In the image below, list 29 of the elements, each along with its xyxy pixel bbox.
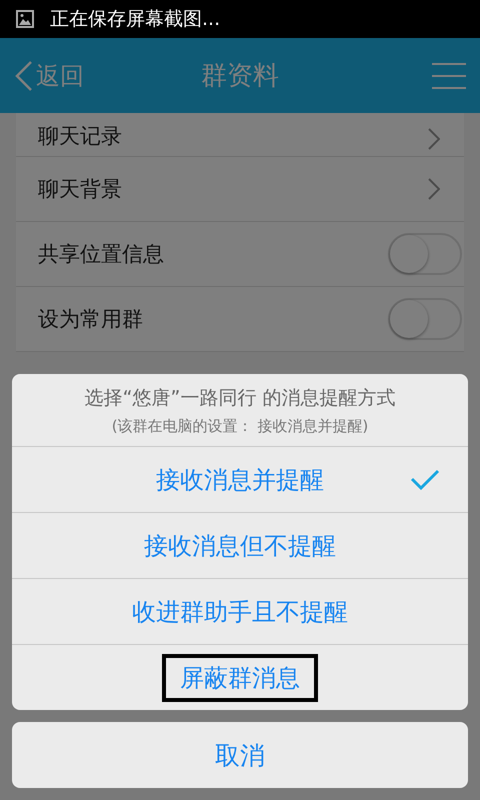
row-label: 共享位置信息 — [38, 241, 164, 268]
image-icon — [16, 10, 34, 28]
option-label: 屏蔽群消息 — [162, 654, 318, 702]
option-item[interactable]: 接收消息并提醒 — [12, 447, 468, 513]
status-text: 正在保存屏幕截图... — [50, 7, 220, 32]
chevron-icon — [428, 128, 440, 150]
cancel-button[interactable]: 取消 — [12, 722, 468, 788]
row-label: 聊天背景 — [38, 176, 122, 203]
menu-icon[interactable] — [432, 62, 466, 90]
option-label: 接收消息并提醒 — [155, 464, 325, 496]
toggle-switch[interactable] — [388, 298, 462, 340]
back-button[interactable]: 返回 — [14, 60, 84, 92]
option-item[interactable]: 收进群助手且不提醒 — [12, 579, 468, 645]
chevron-icon — [428, 178, 440, 200]
option-item[interactable]: 接收消息但不提醒 — [12, 513, 468, 579]
option-label: 收进群助手且不提醒 — [131, 596, 349, 628]
settings-row[interactable]: 聊天记录 — [16, 113, 464, 157]
settings-row[interactable]: 共享位置信息 — [16, 222, 464, 287]
back-icon — [14, 60, 34, 92]
page-title: 群资料 — [201, 60, 279, 93]
dialog-subtitle: (该群在电脑的设置： 接收消息并提醒) — [112, 416, 368, 436]
toggle-switch[interactable] — [388, 233, 462, 275]
settings-row[interactable]: 聊天背景 — [16, 157, 464, 222]
row-label: 设为常用群 — [38, 306, 143, 333]
option-item[interactable]: 屏蔽群消息 — [12, 645, 468, 710]
dialog-title: 选择“悠唐”一路同行 的消息提醒方式 — [84, 386, 396, 410]
settings-row[interactable]: 设为常用群 — [16, 287, 464, 352]
option-label: 接收消息但不提醒 — [143, 530, 337, 562]
row-label: 聊天记录 — [38, 123, 122, 150]
